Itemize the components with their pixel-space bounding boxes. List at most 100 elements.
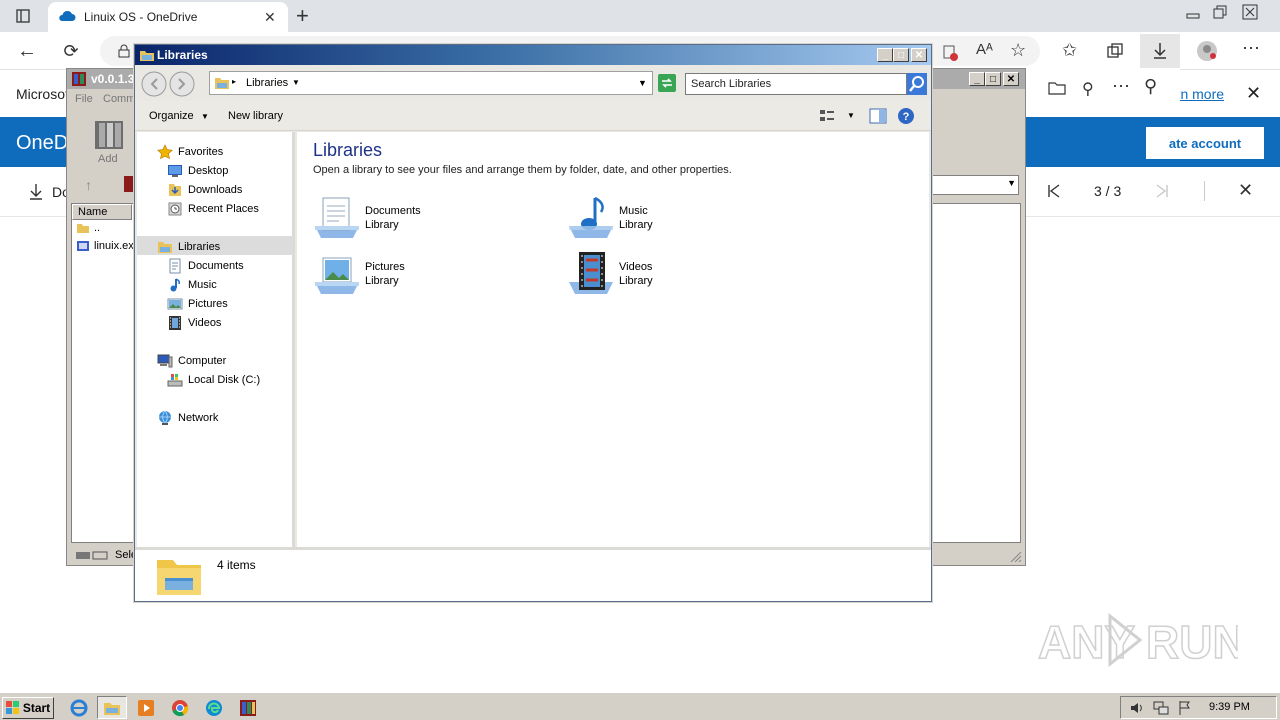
new-library-button[interactable]: New library <box>228 110 283 122</box>
library-videos[interactable]: Videos Library <box>567 250 653 298</box>
nav-music[interactable]: Music <box>167 275 217 294</box>
nav-local-disk[interactable]: Local Disk (C:) <box>167 370 260 389</box>
chevron-down-icon[interactable]: ▼ <box>201 112 209 121</box>
nav-network[interactable]: Network <box>157 408 218 427</box>
nav-desktop[interactable]: Desktop <box>167 161 228 180</box>
chevron-down-icon[interactable]: ▼ <box>292 78 300 87</box>
favorites-icon[interactable]: ✩ <box>1062 40 1077 61</box>
close-button[interactable]: ✕ <box>911 48 927 62</box>
tab-actions-icon[interactable] <box>8 1 38 31</box>
organize-button[interactable]: Organize <box>149 110 194 122</box>
breadcrumb[interactable]: ▸ Libraries ▼ ▼ <box>209 71 653 95</box>
back-button[interactable] <box>141 71 167 97</box>
column-header-name[interactable]: Name <box>72 204 132 220</box>
close-tab-icon[interactable]: ✕ <box>264 9 276 26</box>
refresh-icon[interactable]: ⟳ <box>56 36 86 66</box>
up-arrow-icon[interactable]: ↑ <box>85 177 92 193</box>
back-arrow-icon[interactable]: ← <box>12 36 42 66</box>
desktop-icon <box>167 163 183 179</box>
taskbar-ie[interactable] <box>64 696 94 719</box>
close-window-icon[interactable] <box>1242 4 1258 20</box>
more-icon[interactable]: ⋯ <box>1112 76 1130 97</box>
close-viewer-icon[interactable]: ✕ <box>1238 180 1253 201</box>
first-page-icon[interactable] <box>1046 183 1062 199</box>
start-button[interactable]: Start <box>2 697 54 719</box>
library-music[interactable]: Music Library <box>567 194 653 242</box>
taskbar-media-player[interactable] <box>131 696 161 719</box>
nav-videos[interactable]: Videos <box>167 313 221 332</box>
taskbar-chrome[interactable] <box>165 696 195 719</box>
nav-documents[interactable]: Documents <box>167 256 244 275</box>
microsoft-text: Microsof <box>16 86 69 102</box>
volume-icon[interactable] <box>1129 700 1145 716</box>
winrar-maximize-button[interactable]: □ <box>985 72 1001 86</box>
viewer-toolbar: ⚲ ⋯ ⚲ <box>1026 68 1180 118</box>
change-view-icon[interactable] <box>819 108 835 124</box>
winrar-close-button[interactable]: ✕ <box>1003 72 1019 86</box>
videos-icon <box>167 315 183 331</box>
nav-favorites[interactable]: Favorites <box>157 142 223 161</box>
taskbar-winrar[interactable] <box>233 696 263 719</box>
onedrive-brand[interactable]: OneD <box>16 132 68 155</box>
clock[interactable]: 9:39 PM <box>1209 701 1250 713</box>
new-tab-button[interactable]: + <box>296 3 309 29</box>
read-aloud-icon[interactable]: Aᴬ <box>976 41 993 58</box>
address-dropdown-icon[interactable]: ▼ <box>638 78 647 88</box>
collections-icon[interactable] <box>1106 42 1124 60</box>
libraries-window: Libraries _ □ ✕ ▸ Libraries ▼ ▼ Search L… <box>134 44 932 602</box>
taskbar-edge[interactable] <box>199 696 229 719</box>
archive-icon[interactable] <box>93 119 125 151</box>
add-favorite-icon[interactable]: ☆ <box>1010 40 1026 61</box>
nav-recent-places[interactable]: Recent Places <box>167 199 259 218</box>
chevron-down-icon[interactable]: ▼ <box>847 111 855 120</box>
table-row[interactable]: .. <box>76 222 100 234</box>
winrar-minimize-button[interactable]: _ <box>969 72 985 86</box>
winrar-add-label[interactable]: Add <box>98 153 118 165</box>
browser-tab[interactable]: Linuix OS - OneDrive ✕ <box>48 2 288 32</box>
minimize-icon[interactable] <box>1186 6 1200 20</box>
more-options-icon[interactable]: ⋯ <box>1242 38 1260 59</box>
search-icon[interactable] <box>907 73 927 95</box>
folder-icon <box>103 700 121 716</box>
search-placeholder: Search Libraries <box>691 78 772 90</box>
system-tray: 9:39 PM <box>1120 696 1277 719</box>
minimize-button[interactable]: _ <box>877 48 893 62</box>
network-tray-icon[interactable] <box>1153 700 1169 716</box>
breadcrumb-libraries[interactable]: Libraries <box>246 77 288 89</box>
drive-icon <box>75 549 111 561</box>
nav-label: Music <box>188 278 217 291</box>
create-account-button[interactable]: ate account <box>1146 127 1264 159</box>
downloads-button[interactable] <box>1140 34 1180 68</box>
refresh-icon[interactable] <box>657 73 677 93</box>
maximize-button[interactable]: □ <box>893 48 909 62</box>
nav-downloads[interactable]: Downloads <box>167 180 242 199</box>
taskbar-explorer[interactable] <box>97 696 127 719</box>
nav-label: Videos <box>188 316 222 329</box>
search-icon[interactable]: ⚲ <box>1082 79 1094 99</box>
resize-grip-icon[interactable] <box>1008 550 1022 562</box>
cloud-icon <box>58 9 76 23</box>
nav-pictures[interactable]: Pictures <box>167 294 228 313</box>
preview-pane-icon[interactable] <box>869 108 887 124</box>
search-input[interactable]: Search Libraries <box>685 73 907 95</box>
nav-libraries[interactable]: Libraries <box>157 237 220 256</box>
forward-button[interactable] <box>169 71 195 97</box>
pin-icon[interactable]: ⚲ <box>1144 76 1157 97</box>
download-icon[interactable] <box>28 183 44 201</box>
restore-icon[interactable] <box>1212 4 1228 20</box>
winrar-path-dropdown[interactable]: ▼ <box>931 175 1019 195</box>
flag-icon[interactable] <box>1177 700 1193 716</box>
winrar-menu-file[interactable]: File <box>75 93 93 105</box>
library-pictures[interactable]: Pictures Library <box>313 250 405 298</box>
library-documents[interactable]: Documents Library <box>313 194 421 242</box>
library-name: Pictures <box>365 261 405 273</box>
tracking-blocked-icon[interactable] <box>942 45 958 61</box>
help-icon[interactable]: ? <box>897 107 915 125</box>
profile-avatar[interactable] <box>1196 40 1218 62</box>
row-name: .. <box>94 222 101 234</box>
nav-computer[interactable]: Computer <box>157 351 226 370</box>
close-banner-icon[interactable]: ✕ <box>1246 83 1261 104</box>
winrar-menu-commands[interactable]: Comm <box>103 93 135 105</box>
folder-icon[interactable] <box>1048 80 1066 96</box>
table-row[interactable]: linuix.ex <box>76 240 134 252</box>
